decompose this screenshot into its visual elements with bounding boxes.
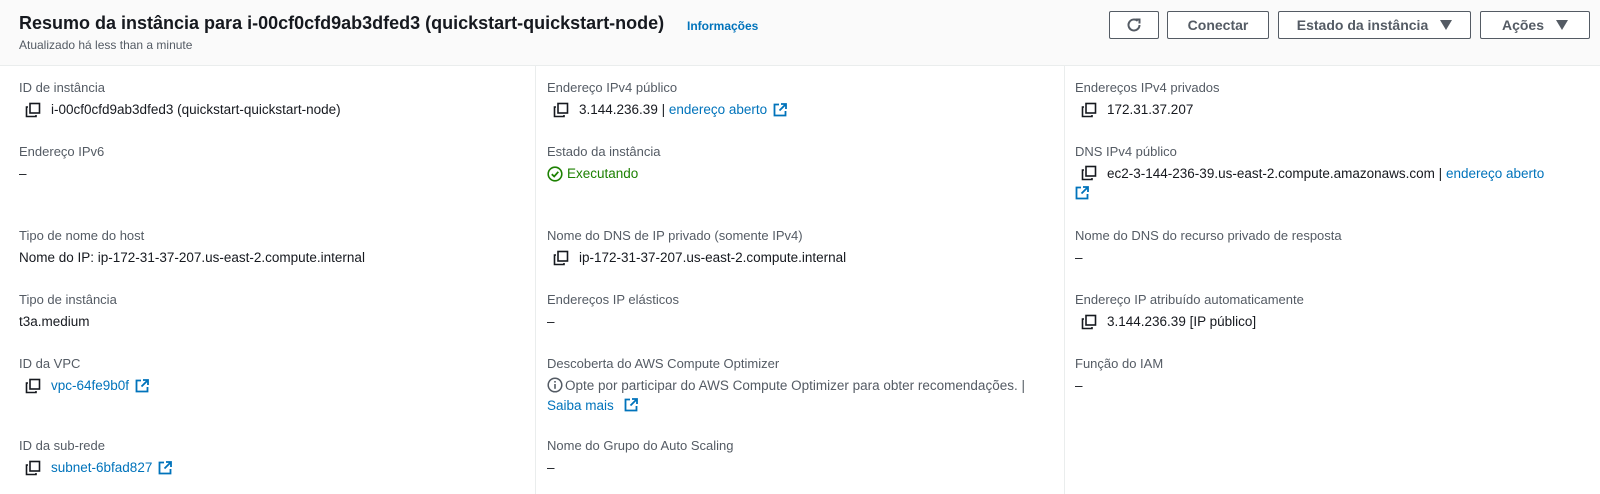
field-value: Opte por participar do AWS Compute Optim… [565, 378, 1025, 393]
field-value: Nome do IP: ip-172-31-37-207.us-east-2.c… [19, 250, 365, 265]
instance-state-dropdown[interactable]: Estado da instância [1278, 11, 1471, 39]
column-divider [1064, 66, 1065, 494]
field-subnet-id: ID da sub-rede subnet-6bfad827 [19, 436, 519, 478]
external-link-icon[interactable] [158, 461, 173, 475]
actions-dropdown-label: Ações [1501, 17, 1545, 33]
instance-state-dropdown-label: Estado da instância [1296, 17, 1429, 33]
field-instance-state: Estado da instância Executando [547, 142, 1047, 184]
field-iam-role: Função do IAM – [1075, 354, 1575, 396]
field-value: 3.144.236.39 | [579, 102, 666, 117]
field-hostname-type: Tipo de nome do host Nome do IP: ip-172-… [19, 226, 519, 268]
field-label: Endereços IP elásticos [547, 292, 679, 307]
copy-icon[interactable] [1081, 165, 1097, 181]
external-link-icon[interactable] [1075, 186, 1089, 200]
field-label: Função do IAM [1075, 356, 1164, 371]
instance-state-value: Executando [567, 166, 639, 181]
copy-icon[interactable] [553, 102, 569, 118]
field-instance-type: Tipo de instância t3a.medium [19, 290, 519, 332]
open-address-link[interactable]: endereço aberto [1446, 166, 1544, 181]
field-value: – [547, 314, 555, 329]
field-label: Nome do DNS do recurso privado de respos… [1075, 228, 1342, 243]
vpc-id-link[interactable]: vpc-64fe9b0f [51, 376, 129, 396]
field-label: Endereço IPv6 [19, 144, 105, 159]
external-link-icon[interactable] [135, 379, 149, 393]
info-link[interactable]: Informações [687, 19, 758, 33]
field-private-resource-dns: Nome do DNS do recurso privado de respos… [1075, 226, 1575, 268]
field-label: Estado da instância [547, 144, 661, 159]
field-value: 3.144.236.39 [IP público] [1107, 314, 1257, 329]
field-label: ID da VPC [19, 356, 81, 371]
copy-icon[interactable] [1081, 314, 1097, 330]
field-vpc-id: ID da VPC vpc-64fe9b0f [19, 354, 519, 396]
field-public-dns: DNS IPv4 público ec2-3-144-236-39.us-eas… [1075, 142, 1585, 204]
field-private-dns: Nome do DNS de IP privado (somente IPv4)… [547, 226, 1047, 268]
external-link-icon[interactable] [773, 103, 788, 117]
field-value: 172.31.37.207 [1107, 102, 1194, 117]
page-title: Resumo da instância para i-00cf0cfd9ab3d… [19, 13, 665, 33]
field-elastic-ips: Endereços IP elásticos – [547, 290, 1047, 332]
copy-icon[interactable] [25, 102, 41, 118]
field-label: Endereço IPv4 público [547, 80, 678, 95]
field-label: DNS IPv4 público [1075, 144, 1177, 159]
field-ipv6: Endereço IPv6 – [19, 142, 519, 184]
field-label: Descoberta do AWS Compute Optimizer [547, 356, 780, 371]
external-link-icon[interactable] [624, 398, 638, 412]
refresh-button[interactable] [1109, 11, 1159, 39]
field-value: ip-172-31-37-207.us-east-2.compute.inter… [579, 250, 847, 265]
info-icon [547, 377, 563, 393]
column-divider [535, 66, 536, 494]
field-label: ID da sub-rede [19, 438, 105, 453]
copy-icon[interactable] [25, 378, 41, 394]
field-label: Endereço IP atribuído automaticamente [1075, 292, 1304, 307]
field-value: – [19, 166, 27, 181]
field-label: Tipo de instância [19, 292, 117, 307]
open-address-link[interactable]: endereço aberto [669, 100, 767, 120]
copy-icon[interactable] [25, 460, 41, 476]
field-value: i-00cf0cfd9ab3dfed3 (quickstart-quicksta… [51, 102, 341, 117]
field-value: ec2-3-144-236-39.us-east-2.compute.amazo… [1107, 166, 1443, 181]
field-label: ID de instância [19, 80, 105, 95]
last-updated-text: Atualizado há less than a minute [19, 38, 193, 52]
copy-icon[interactable] [1081, 102, 1097, 118]
field-public-ipv4: Endereço IPv4 público 3.144.236.39 | end… [547, 78, 1047, 120]
subnet-id-link[interactable]: subnet-6bfad827 [51, 458, 152, 478]
refresh-icon [1125, 16, 1143, 34]
field-value: – [1075, 250, 1083, 265]
field-instance-id: ID de instância i-00cf0cfd9ab3dfed3 (qui… [19, 78, 519, 120]
caret-down-icon [1440, 20, 1453, 30]
field-label: Tipo de nome do host [19, 228, 145, 243]
field-asg-name: Nome do Grupo do Auto Scaling – [547, 436, 1047, 478]
field-auto-assigned-ip: Endereço IP atribuído automaticamente 3.… [1075, 290, 1575, 332]
connect-button[interactable]: Conectar [1167, 11, 1269, 39]
field-label: Nome do Grupo do Auto Scaling [547, 438, 734, 453]
field-value: – [547, 460, 555, 475]
learn-more-link[interactable]: Saiba mais [547, 398, 614, 413]
check-circle-icon [547, 166, 563, 182]
field-private-ipv4: Endereços IPv4 privados 172.31.37.207 [1075, 78, 1575, 120]
copy-icon[interactable] [553, 250, 569, 266]
field-value: – [1075, 378, 1083, 393]
caret-down-icon [1556, 20, 1569, 30]
field-label: Nome do DNS de IP privado (somente IPv4) [547, 228, 803, 243]
actions-dropdown[interactable]: Ações [1480, 11, 1590, 39]
field-compute-optimizer: Descoberta do AWS Compute Optimizer Opte… [547, 354, 1047, 416]
field-value: t3a.medium [19, 314, 90, 329]
summary-header: Resumo da instância para i-00cf0cfd9ab3d… [0, 0, 1600, 66]
field-label: Endereços IPv4 privados [1075, 80, 1220, 95]
